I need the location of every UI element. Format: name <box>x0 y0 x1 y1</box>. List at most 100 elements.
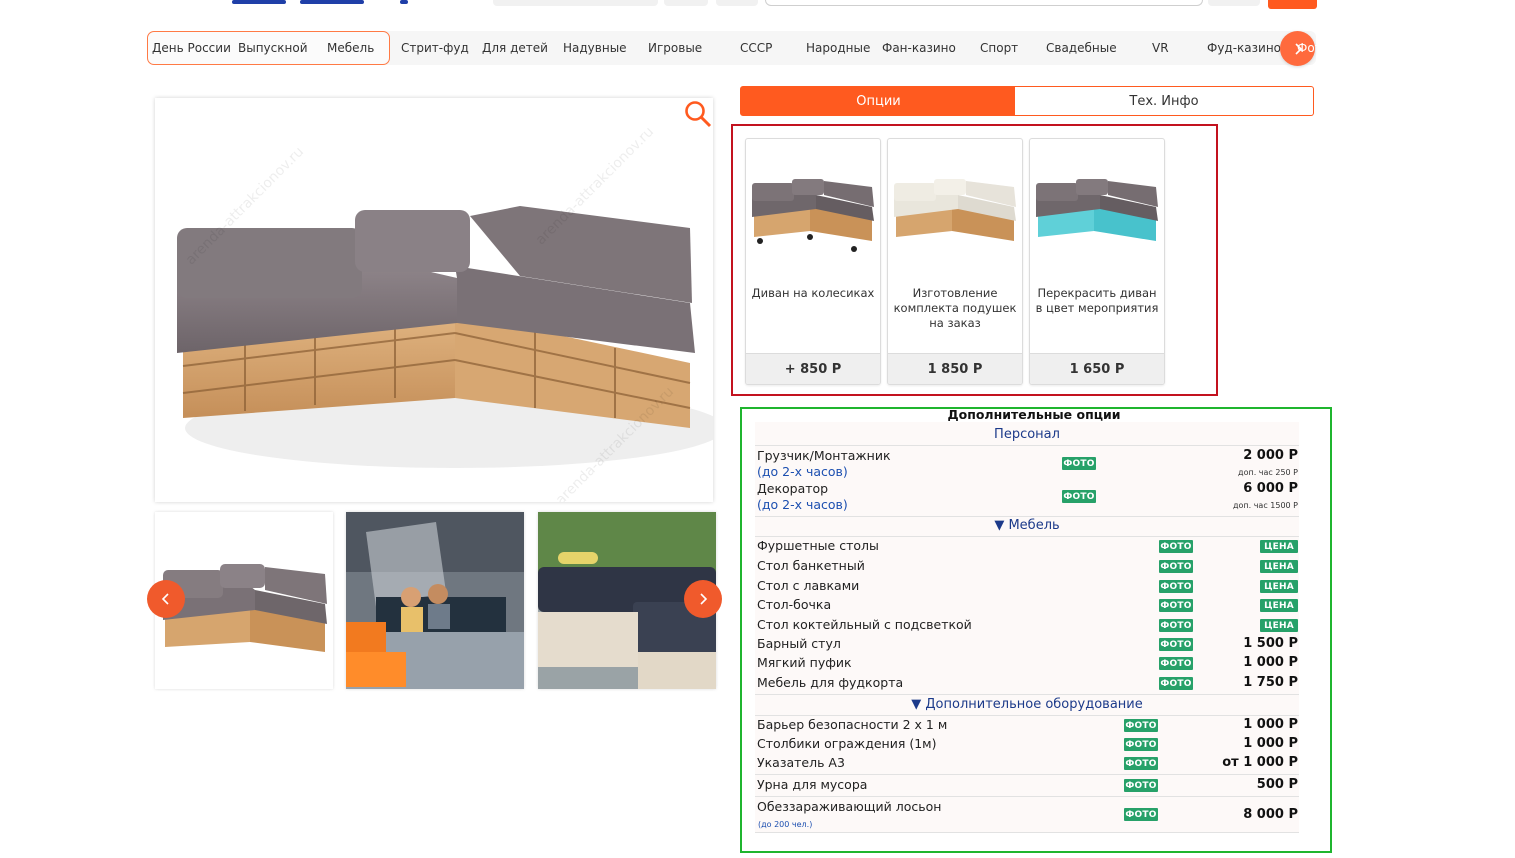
divider <box>755 536 1299 537</box>
photo-badge[interactable]: ФОТО <box>1159 560 1193 573</box>
tab-options[interactable]: Опции <box>740 86 1017 116</box>
option-row-name: Указатель А3 <box>757 755 845 770</box>
photo-badge[interactable]: ФОТО <box>1124 719 1158 732</box>
option-cushions-image <box>894 179 1016 241</box>
category-item[interactable]: Фан-казино <box>882 41 956 55</box>
photo-badge[interactable]: ФОТО <box>1159 599 1193 612</box>
option-price: 500 Р <box>1256 777 1298 792</box>
category-item[interactable]: День России <box>152 41 231 55</box>
option-price: 1 850 Р <box>888 353 1022 384</box>
category-item[interactable]: Надувные <box>563 41 627 55</box>
photo-badge[interactable]: ФОТО <box>1124 779 1158 792</box>
option-row-name: Урна для мусора <box>757 777 868 792</box>
price-badge[interactable]: ЦЕНА <box>1260 599 1298 612</box>
option-price: 2 000 Р <box>1243 448 1298 463</box>
photo-badge[interactable]: ФОТО <box>1124 757 1158 770</box>
option-title: Диван на колесиках <box>751 286 875 300</box>
section-equipment-title[interactable]: ▼ Дополнительное оборудование <box>755 697 1299 712</box>
photo-badge[interactable]: ФОТО <box>1159 619 1193 632</box>
photo-badge[interactable]: ФОТО <box>1124 808 1158 821</box>
option-row-name: Декоратор <box>757 481 829 496</box>
category-item[interactable]: СССР <box>740 41 772 55</box>
search-button[interactable] <box>1268 0 1317 9</box>
option-sofa-wheels-image <box>752 179 874 252</box>
option-row-name: Стол коктейльный с подсветкой <box>757 617 972 632</box>
divider <box>755 832 1299 833</box>
photo-badge[interactable]: ФОТО <box>1159 580 1193 593</box>
category-item[interactable]: Спорт <box>980 41 1018 55</box>
option-price-note: доп. час 250 Р <box>1238 468 1298 477</box>
thumbnails-next-button[interactable] <box>684 580 722 618</box>
option-row-sub: (до 2-х часов) <box>757 464 848 479</box>
option-card[interactable]: Изготовление комплекта подушек на заказ … <box>887 138 1023 385</box>
option-row-name: Барный стул <box>757 636 841 651</box>
chevron-left-icon <box>161 593 169 605</box>
price-badge[interactable]: ЦЕНА <box>1260 580 1298 593</box>
price-badge[interactable]: ЦЕНА <box>1260 560 1298 573</box>
option-row-name: Обеззараживающий лосьон <box>757 799 942 814</box>
option-title: Изготовление комплекта подушек на заказ <box>893 286 1017 330</box>
price-badge[interactable]: ЦЕНА <box>1260 619 1298 632</box>
option-row-name: Стол с лавками <box>757 578 860 593</box>
option-price: 8 000 Р <box>1243 807 1298 822</box>
category-item[interactable]: Выпускной <box>238 41 308 55</box>
option-price: 1 000 Р <box>1243 655 1298 670</box>
category-item[interactable]: VR <box>1152 41 1169 55</box>
option-price: 6 000 Р <box>1243 481 1298 496</box>
option-row-name: Грузчик/Монтажник <box>757 448 891 463</box>
option-row-name: Барьер безопасности 2 х 1 м <box>757 717 948 732</box>
section-personnel-title[interactable]: Персонал <box>755 427 1299 442</box>
divider <box>755 445 1299 446</box>
header-button[interactable] <box>716 0 758 6</box>
option-price-note: доп. час 1500 Р <box>1232 501 1298 510</box>
photo-badge[interactable]: ФОТО <box>1062 457 1096 470</box>
header-field[interactable] <box>493 0 658 6</box>
divider <box>755 774 1299 775</box>
photo-badge[interactable]: ФОТО <box>1159 677 1193 690</box>
divider <box>755 694 1299 695</box>
header-button[interactable] <box>1208 0 1260 6</box>
photo-badge[interactable]: ФОТО <box>1124 738 1158 751</box>
photo-badge[interactable]: ФОТО <box>1159 638 1193 651</box>
option-price: 1 500 Р <box>1243 636 1298 651</box>
site-logo[interactable] <box>200 0 420 4</box>
photo-badge[interactable]: ФОТО <box>1159 657 1193 670</box>
photo-badge[interactable]: ФОТО <box>1159 540 1193 553</box>
category-item[interactable]: Свадебные <box>1046 41 1117 55</box>
option-price: 1 750 Р <box>1243 675 1298 690</box>
thumbnail-warehouse-image <box>346 512 524 689</box>
option-price: 1 000 Р <box>1243 717 1298 732</box>
option-card[interactable]: Перекрасить диван в цвет мероприятия 1 6… <box>1029 138 1165 385</box>
thumbnail-2[interactable] <box>346 512 524 689</box>
option-row-name: Фуршетные столы <box>757 538 879 553</box>
option-row-name: Стол банкетный <box>757 558 865 573</box>
option-row-name: Мебель для фудкорта <box>757 675 904 690</box>
section-furniture-title[interactable]: ▼ Мебель <box>755 518 1299 533</box>
divider <box>755 516 1299 517</box>
option-row-sub: (до 200 чел.) <box>758 820 813 829</box>
search-icon[interactable] <box>684 100 712 128</box>
option-painted-sofa-image <box>1036 179 1158 241</box>
divider <box>755 796 1299 797</box>
category-item[interactable]: Для детей <box>482 41 548 55</box>
search-input[interactable] <box>765 0 1203 6</box>
option-card[interactable]: Диван на колесиках + 850 Р <box>745 138 881 385</box>
photo-badge[interactable]: ФОТО <box>1062 490 1096 503</box>
category-item[interactable]: Мебель <box>327 41 374 55</box>
category-item[interactable]: Игровые <box>648 41 702 55</box>
additional-options-title: Дополнительные опции <box>947 407 1121 422</box>
category-item[interactable]: Фот <box>1297 41 1322 55</box>
tab-tech-info[interactable]: Тех. Инфо <box>1015 86 1314 116</box>
product-main-image[interactable]: arenda-attrakcionov.ru arenda-attrakcion… <box>155 98 713 502</box>
category-item[interactable]: Фуд-казино <box>1207 41 1281 55</box>
category-item[interactable]: Стрит-фуд <box>401 41 469 55</box>
category-item[interactable]: Народные <box>806 41 870 55</box>
price-badge[interactable]: ЦЕНА <box>1260 540 1298 553</box>
thumbnails-prev-button[interactable] <box>147 580 185 618</box>
option-price: от 1 000 Р <box>1222 755 1298 770</box>
option-row-name: Мягкий пуфик <box>757 655 852 670</box>
option-price: 1 000 Р <box>1243 736 1298 751</box>
header-button[interactable] <box>664 0 708 6</box>
option-row-name: Столбики ограждения (1м) <box>757 736 937 751</box>
option-title: Перекрасить диван в цвет мероприятия <box>1035 286 1159 315</box>
